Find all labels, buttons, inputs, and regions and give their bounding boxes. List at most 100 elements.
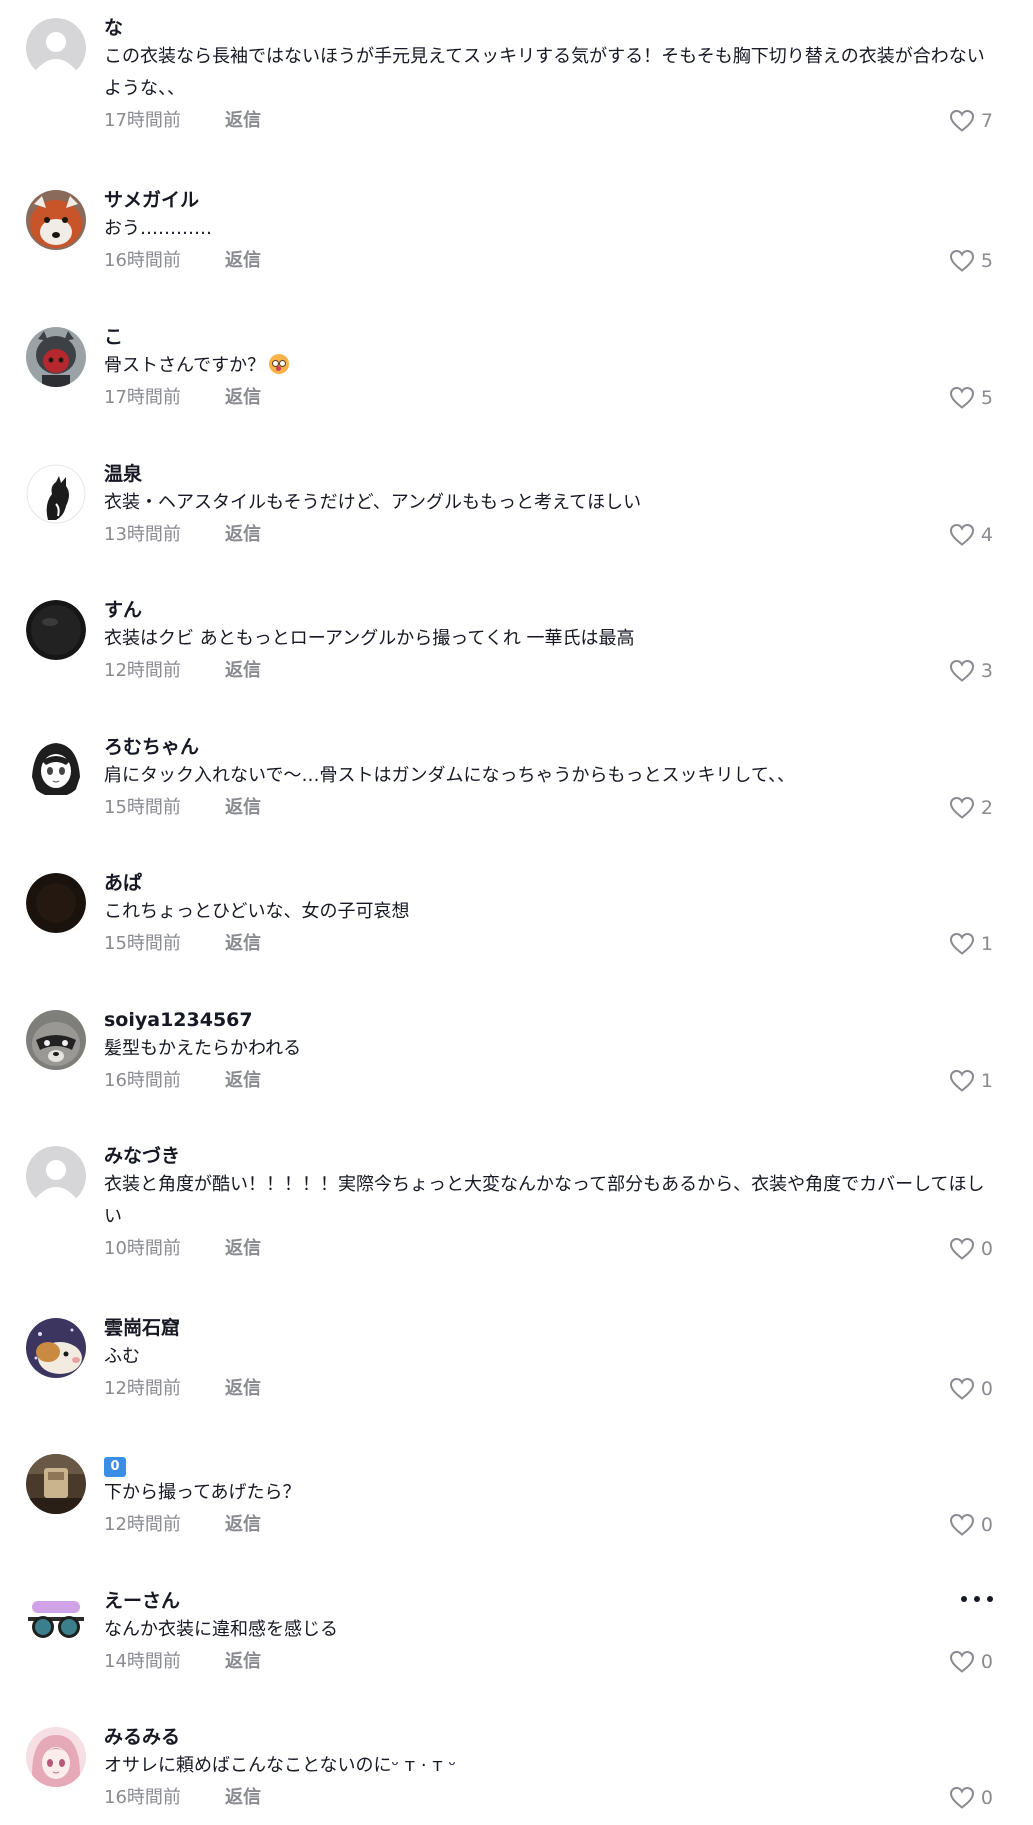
reply-button[interactable]: 返信 [225, 1782, 261, 1814]
comment-meta: 15時間前 返信 2 [104, 792, 993, 824]
cafe-photo [26, 1454, 86, 1514]
heart-icon [949, 1377, 974, 1400]
heart-icon [949, 386, 974, 409]
timestamp: 15時間前 [104, 933, 181, 954]
avatar[interactable] [26, 190, 86, 250]
flushed-face-emoji-icon [269, 354, 290, 374]
avatar[interactable] [26, 737, 86, 797]
timestamp: 12時間前 [104, 1514, 181, 1535]
more-options-icon[interactable] [961, 1589, 993, 1609]
like-button[interactable]: 7 [949, 105, 993, 137]
like-button[interactable]: 0 [949, 1646, 993, 1678]
comment-meta: 17時間前 返信 5 [104, 382, 993, 414]
avatar[interactable] [26, 1454, 86, 1514]
comment-meta: 16時間前 返信 0 [104, 1782, 993, 1814]
username-badge: 0 [104, 1457, 126, 1477]
timestamp: 17時間前 [104, 110, 181, 131]
username[interactable]: 雲崗石窟 [104, 1314, 993, 1342]
comment-meta: 16時間前 返信 1 [104, 1065, 993, 1097]
username[interactable]: あぱ [104, 869, 993, 897]
heart-icon [949, 523, 974, 546]
avatar[interactable] [26, 18, 86, 78]
avatar[interactable] [26, 1727, 86, 1787]
heart-icon [949, 109, 974, 132]
username[interactable]: 温泉 [104, 460, 993, 488]
avatar[interactable] [26, 600, 86, 660]
like-count: 5 [980, 250, 993, 272]
avatar[interactable] [26, 327, 86, 387]
avatar[interactable] [26, 873, 86, 933]
comment-text: この衣装なら長袖ではないほうが手元見えてスッキリする気がする！そもそも胸下切り替… [104, 46, 985, 99]
username[interactable]: みなづき [104, 1142, 993, 1170]
timestamp: 16時間前 [104, 1070, 181, 1091]
cat-drawing [26, 464, 86, 524]
comment-text: 肩にタック入れないで〜…骨ストはガンダムになっちゃうからもっとスッキリして、、 [104, 765, 796, 786]
avatar[interactable] [26, 1318, 86, 1378]
username[interactable]: 0 [104, 1450, 993, 1478]
reply-button[interactable]: 返信 [225, 1373, 261, 1405]
reply-button[interactable]: 返信 [225, 382, 261, 414]
reply-button[interactable]: 返信 [225, 1646, 261, 1678]
like-count: 3 [980, 660, 993, 682]
comment-text: ふむ [104, 1346, 140, 1367]
comment-text: オサレに頼めばこんなことないのにᵕ ᴛ · ᴛ ᵕ [104, 1755, 456, 1776]
figure-photo [26, 327, 86, 387]
like-count: 1 [980, 933, 993, 955]
heart-icon [949, 1786, 974, 1809]
username[interactable]: すん [104, 596, 993, 624]
reply-button[interactable]: 返信 [225, 928, 261, 960]
reply-button[interactable]: 返信 [225, 655, 261, 687]
comment-meta: 16時間前 返信 5 [104, 245, 993, 277]
comment-text: 下から撮ってあげたら？ [104, 1482, 301, 1503]
like-button[interactable]: 1 [949, 1065, 993, 1097]
username[interactable]: な [104, 14, 993, 42]
reply-button[interactable]: 返信 [225, 519, 261, 551]
username[interactable]: soiya1234567 [104, 1006, 993, 1034]
avatar[interactable] [26, 464, 86, 524]
like-button[interactable]: 0 [949, 1233, 993, 1265]
dark-brown-avatar [26, 873, 86, 933]
comment-text-content: 骨ストさんですか？ [104, 355, 266, 376]
comment-text: 衣装と角度が酷い！！！！！実際今ちょっと大変なんかなって部分もあるから、衣装や角… [104, 1174, 985, 1227]
like-button[interactable]: 3 [949, 655, 993, 687]
comment-text: おう………… [104, 218, 212, 239]
reply-button[interactable]: 返信 [225, 1233, 261, 1265]
default-avatar-icon [26, 1146, 86, 1206]
avatar[interactable] [26, 1010, 86, 1070]
heart-icon [949, 1513, 974, 1536]
comment-meta: 14時間前 返信 0 [104, 1646, 993, 1678]
avatar[interactable] [26, 1591, 86, 1651]
username[interactable]: こ [104, 323, 993, 351]
comment-meta: 12時間前 返信 3 [104, 655, 993, 687]
reply-button[interactable]: 返信 [225, 1509, 261, 1541]
timestamp: 10時間前 [104, 1238, 181, 1259]
like-button[interactable]: 5 [949, 382, 993, 414]
timestamp: 14時間前 [104, 1651, 181, 1672]
default-avatar-icon [26, 18, 86, 78]
like-button[interactable]: 1 [949, 928, 993, 960]
like-button[interactable]: 0 [949, 1509, 993, 1541]
reply-button[interactable]: 返信 [225, 1065, 261, 1097]
like-button[interactable]: 0 [949, 1373, 993, 1405]
like-button[interactable]: 0 [949, 1782, 993, 1814]
pink-hair-girl-drawing [26, 1727, 86, 1787]
reply-button[interactable]: 返信 [225, 105, 261, 137]
username[interactable]: サメガイル [104, 186, 993, 214]
like-count: 0 [980, 1378, 993, 1400]
avatar[interactable] [26, 1146, 86, 1206]
like-button[interactable]: 5 [949, 245, 993, 277]
username[interactable]: ろむちゃん [104, 733, 993, 761]
comment-meta: 17時間前 返信 7 [104, 105, 993, 137]
like-button[interactable]: 2 [949, 792, 993, 824]
reply-button[interactable]: 返信 [225, 245, 261, 277]
timestamp: 13時間前 [104, 524, 181, 545]
timestamp: 12時間前 [104, 1378, 181, 1399]
like-count: 1 [980, 1070, 993, 1092]
timestamp: 12時間前 [104, 660, 181, 681]
sunglasses-sticker [26, 1591, 86, 1651]
username[interactable]: えーさん [104, 1587, 993, 1615]
reply-button[interactable]: 返信 [225, 792, 261, 824]
username[interactable]: みるみる [104, 1723, 993, 1751]
like-button[interactable]: 4 [949, 519, 993, 551]
heart-icon [949, 1650, 974, 1673]
